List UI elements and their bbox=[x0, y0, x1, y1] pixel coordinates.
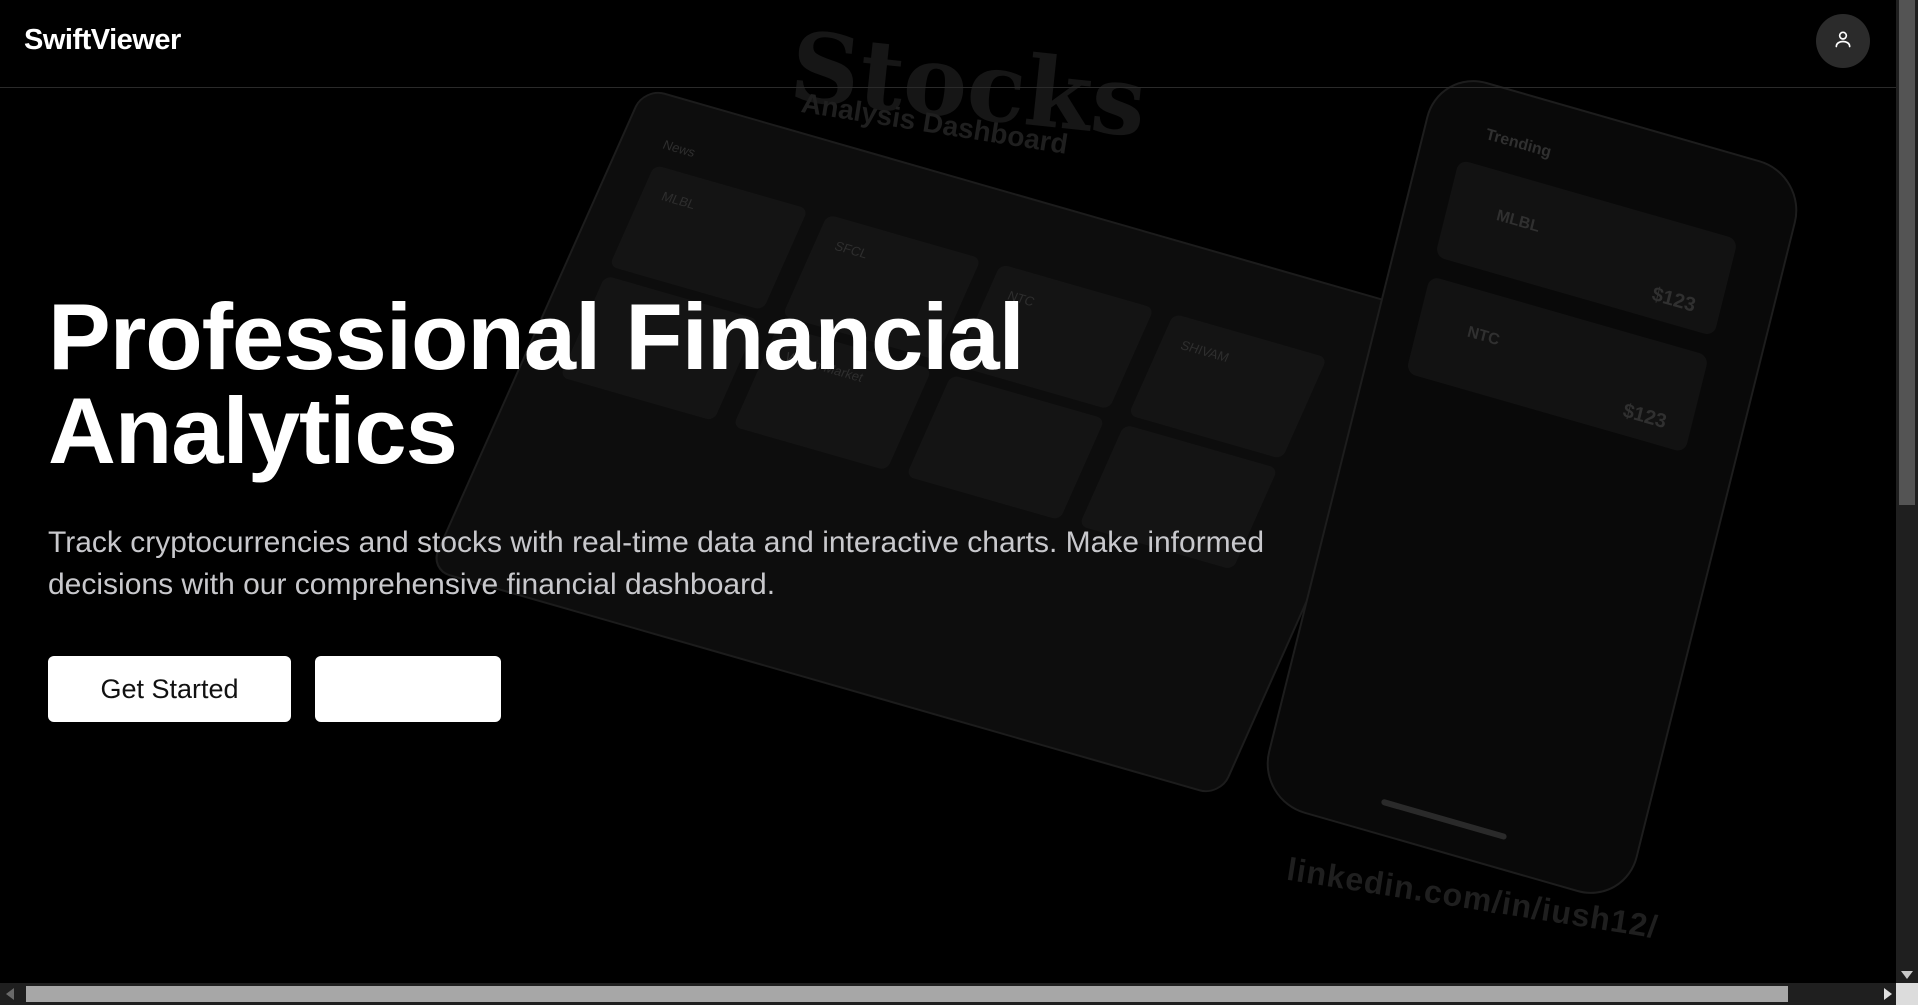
phone-label: MLBL bbox=[1494, 207, 1542, 236]
tablet-label: News bbox=[660, 137, 698, 160]
tablet-label: MLBL bbox=[659, 188, 699, 212]
art-link-text: linkedin.com/in/iush12/ bbox=[1284, 850, 1661, 946]
phone-mockup: Trending MLBL NTC $123 $123 bbox=[1256, 68, 1808, 906]
hero-section: Professional Financial Analytics Track c… bbox=[48, 290, 1288, 722]
phone-label: $123 bbox=[1620, 399, 1669, 434]
hero-title: Professional Financial Analytics bbox=[48, 290, 1148, 478]
brand-logo[interactable]: SwiftViewer bbox=[24, 24, 181, 57]
scrollbar-corner bbox=[1896, 983, 1918, 1005]
scroll-down-arrow-icon[interactable] bbox=[1901, 971, 1913, 979]
top-navbar: SwiftViewer bbox=[0, 0, 1896, 88]
phone-label: $123 bbox=[1649, 283, 1698, 317]
hero-subtitle: Track cryptocurrencies and stocks with r… bbox=[48, 526, 1265, 601]
phone-home-bar bbox=[1380, 798, 1508, 841]
vertical-scrollbar[interactable] bbox=[1896, 0, 1918, 983]
hero-title-line2: Analytics bbox=[48, 378, 458, 483]
phone-label: NTC bbox=[1465, 323, 1502, 350]
horizontal-scrollbar[interactable] bbox=[0, 983, 1918, 1005]
cta-row: Get Started bbox=[48, 656, 1288, 722]
get-started-button[interactable]: Get Started bbox=[48, 656, 291, 722]
scroll-right-arrow-icon[interactable] bbox=[1884, 988, 1892, 1000]
horizontal-scrollbar-thumb[interactable] bbox=[26, 986, 1788, 1002]
page-viewport: Stocks Analysis Dashboard News Stocks ML… bbox=[0, 0, 1896, 983]
tablet-label: SFCL bbox=[832, 238, 871, 262]
hero-title-line1: Professional Financial bbox=[48, 284, 1025, 389]
user-avatar-button[interactable] bbox=[1816, 14, 1870, 68]
secondary-cta-button[interactable] bbox=[315, 656, 501, 722]
vertical-scrollbar-thumb[interactable] bbox=[1899, 0, 1915, 505]
phone-label: Trending bbox=[1483, 126, 1553, 162]
user-icon bbox=[1833, 29, 1853, 54]
scroll-left-arrow-icon[interactable] bbox=[6, 988, 14, 1000]
art-subtitle: Analysis Dashboard bbox=[799, 87, 1071, 160]
